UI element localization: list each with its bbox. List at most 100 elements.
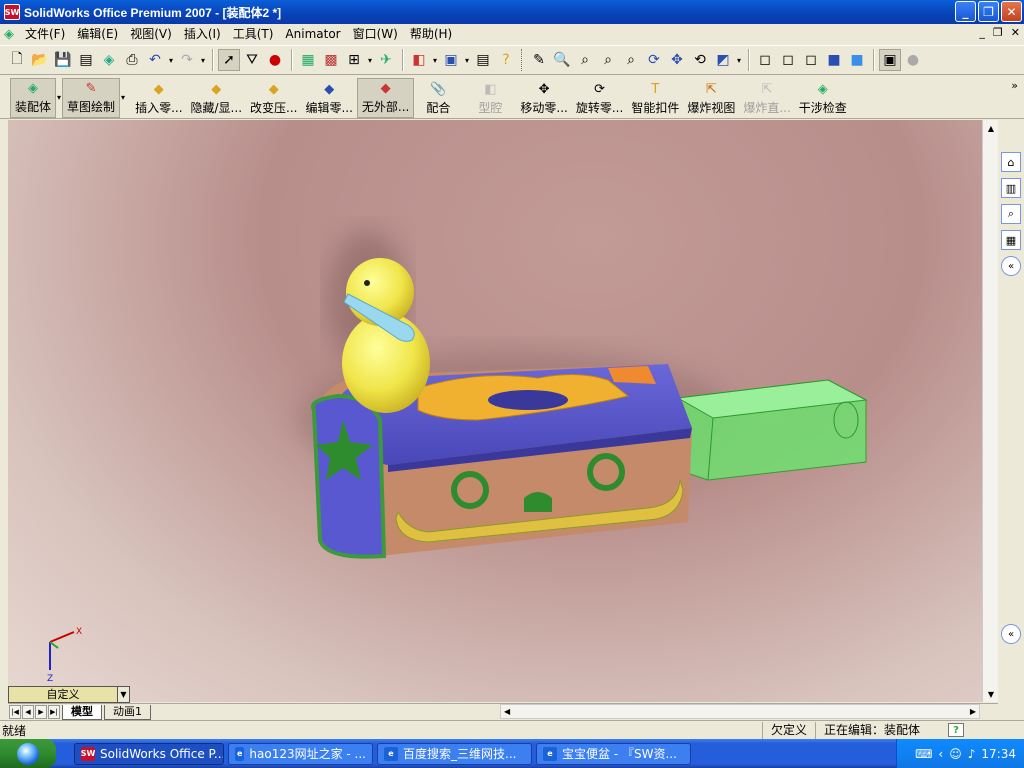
scroll-up-arrow[interactable]: ▲: [983, 120, 999, 136]
cavity-button[interactable]: ◧ 型腔: [474, 78, 506, 118]
scroll-left-arrow[interactable]: ◀: [504, 707, 510, 716]
doc-restore-button[interactable]: ❐: [993, 26, 1003, 39]
doc-minimize-button[interactable]: _: [979, 26, 985, 39]
options-icon[interactable]: ◈: [98, 49, 120, 71]
expand-pane-icon[interactable]: «: [1001, 624, 1021, 644]
quick-tips-icon[interactable]: ?: [948, 723, 964, 737]
exploded-view-button[interactable]: ⇱ 爆炸视图: [683, 78, 739, 118]
vertical-scrollbar[interactable]: ▲ ▼: [982, 120, 998, 702]
file-explorer-icon[interactable]: ⌕: [1001, 204, 1021, 224]
volume-icon[interactable]: ♪: [968, 747, 976, 761]
tab-animation1[interactable]: 动画1: [104, 704, 151, 720]
hidden-lines-visible-icon[interactable]: ◻: [777, 49, 799, 71]
views-dropdown-icon[interactable]: ▾: [735, 49, 743, 71]
graphics-area[interactable]: X Z: [8, 120, 982, 702]
menu-file[interactable]: 文件(F): [19, 25, 71, 43]
redo-icon[interactable]: ↷: [176, 49, 198, 71]
scroll-right-arrow[interactable]: ▶: [970, 707, 976, 716]
view-palette-icon[interactable]: ▦: [1001, 230, 1021, 250]
wireframe-icon[interactable]: ◻: [754, 49, 776, 71]
shaded-icon[interactable]: ■: [846, 49, 868, 71]
grid-icon[interactable]: ▦: [297, 49, 319, 71]
toolbar-grip[interactable]: [521, 49, 525, 71]
document-icon[interactable]: ◈: [0, 23, 18, 45]
toolbar-overflow-icon[interactable]: »: [1011, 79, 1018, 92]
resources-home-icon[interactable]: ⌂: [1001, 152, 1021, 172]
shaded-edges-icon[interactable]: ■: [823, 49, 845, 71]
menu-edit[interactable]: 编辑(E): [71, 25, 124, 43]
zoom-to-area-icon[interactable]: ⌕: [574, 49, 596, 71]
view-orientation-combo[interactable]: 自定义 ▼: [8, 686, 130, 703]
keyboard-icon[interactable]: ⌨: [915, 747, 932, 761]
menu-view[interactable]: 视图(V): [124, 25, 178, 43]
mate-button[interactable]: 📎 配合: [422, 78, 454, 118]
menu-help[interactable]: 帮助(H): [404, 25, 458, 43]
component-dropdown-icon[interactable]: ▾: [366, 49, 374, 71]
move-component-button[interactable]: ✥ 移动零...: [516, 78, 571, 118]
taskbar-item-hao123[interactable]: e hao123网址之家 - ...: [228, 742, 373, 765]
menu-window[interactable]: 窗口(W): [347, 25, 404, 43]
new-file-icon[interactable]: 🗋: [6, 49, 28, 71]
taskbar-item-potty[interactable]: e 宝宝便盆 - 『SW资...: [536, 742, 691, 765]
assembly-dropdown-icon[interactable]: ▾: [57, 93, 61, 102]
menu-animator[interactable]: Animator: [279, 25, 346, 43]
rebuild-icon[interactable]: ✈: [375, 49, 397, 71]
print-icon[interactable]: ⎙: [121, 49, 143, 71]
zoom-to-fit-icon[interactable]: 🔍: [551, 49, 573, 71]
hidden-lines-removed-icon[interactable]: ◻: [800, 49, 822, 71]
taskbar-item-baidu[interactable]: e 百度搜索_三维网技...: [377, 742, 532, 765]
appearance-dropdown-icon[interactable]: ▾: [431, 49, 439, 71]
scroll-down-arrow[interactable]: ▼: [983, 686, 999, 702]
minimize-button[interactable]: _: [955, 1, 976, 22]
menu-insert[interactable]: 插入(I): [178, 25, 227, 43]
horizontal-scrollbar[interactable]: ◀ ▶: [500, 704, 980, 719]
design-library-icon[interactable]: ▥: [1001, 178, 1021, 198]
tab-prev-icon[interactable]: ◀: [22, 705, 34, 719]
standard-views-icon[interactable]: ◩: [712, 49, 734, 71]
rotate-view-icon[interactable]: ⟳: [643, 49, 665, 71]
component-icon[interactable]: ⊞: [343, 49, 365, 71]
pan-icon[interactable]: ✥: [666, 49, 688, 71]
insert-component-button[interactable]: ◆ 插入零...: [131, 78, 186, 118]
zoom-in-out-icon[interactable]: ⌕: [597, 49, 619, 71]
smart-fasteners-button[interactable]: T 智能扣件: [627, 78, 683, 118]
pull-out-drawer[interactable]: [676, 379, 868, 481]
window-dropdown-icon[interactable]: ▾: [463, 49, 471, 71]
shadows-icon[interactable]: ▣: [879, 49, 901, 71]
print-preview-icon[interactable]: ▤: [75, 49, 97, 71]
doc-close-button[interactable]: ✕: [1011, 26, 1020, 39]
edit-component-button[interactable]: ◆ 编辑零...: [301, 78, 356, 118]
traffic-light-icon[interactable]: ●: [264, 49, 286, 71]
interference-detection-button[interactable]: ◈ 干涉检查: [795, 78, 851, 118]
no-external-references-button[interactable]: ◆ 无外部...: [356, 78, 415, 118]
open-folder-icon[interactable]: 📂: [29, 49, 51, 71]
close-button[interactable]: ✕: [1001, 1, 1022, 22]
collapse-pane-icon[interactable]: «: [1001, 256, 1021, 276]
select-filter-icon[interactable]: ⛛: [241, 49, 263, 71]
zoom-to-selection-icon[interactable]: ⌕: [620, 49, 642, 71]
rotate-component-button[interactable]: ⟳ 旋转零...: [572, 78, 627, 118]
tray-expand-icon[interactable]: ‹: [938, 747, 943, 761]
assembly-model[interactable]: X Z: [8, 120, 982, 702]
select-cursor-icon[interactable]: ➚: [218, 49, 240, 71]
duck-figure[interactable]: [342, 258, 430, 413]
tab-first-icon[interactable]: |◀: [9, 705, 21, 719]
appearance-icon[interactable]: ◧: [408, 49, 430, 71]
undo-icon[interactable]: ↶: [144, 49, 166, 71]
start-button[interactable]: [0, 739, 56, 768]
sketch-tool-icon[interactable]: ✎: [528, 49, 550, 71]
tab-last-icon[interactable]: ▶|: [48, 705, 60, 719]
change-suppression-button[interactable]: ◆ 改变压...: [246, 78, 301, 118]
properties-icon[interactable]: ▤: [472, 49, 494, 71]
qq-icon[interactable]: ☺: [949, 747, 962, 761]
explode-line-sketch-button[interactable]: ⇱ 爆炸直...: [739, 78, 794, 118]
tab-next-icon[interactable]: ▶: [35, 705, 47, 719]
taskbar-item-solidworks[interactable]: SW SolidWorks Office P...: [74, 742, 224, 765]
sketch-tab-button[interactable]: ✎ 草图绘制: [62, 78, 121, 118]
window-tile-icon[interactable]: ▣: [440, 49, 462, 71]
save-icon[interactable]: 💾: [52, 49, 74, 71]
help-icon[interactable]: ?: [495, 49, 517, 71]
tab-model[interactable]: 模型: [62, 704, 102, 720]
redo-dropdown-icon[interactable]: ▾: [199, 49, 207, 71]
chevron-down-icon[interactable]: ▼: [117, 687, 129, 702]
